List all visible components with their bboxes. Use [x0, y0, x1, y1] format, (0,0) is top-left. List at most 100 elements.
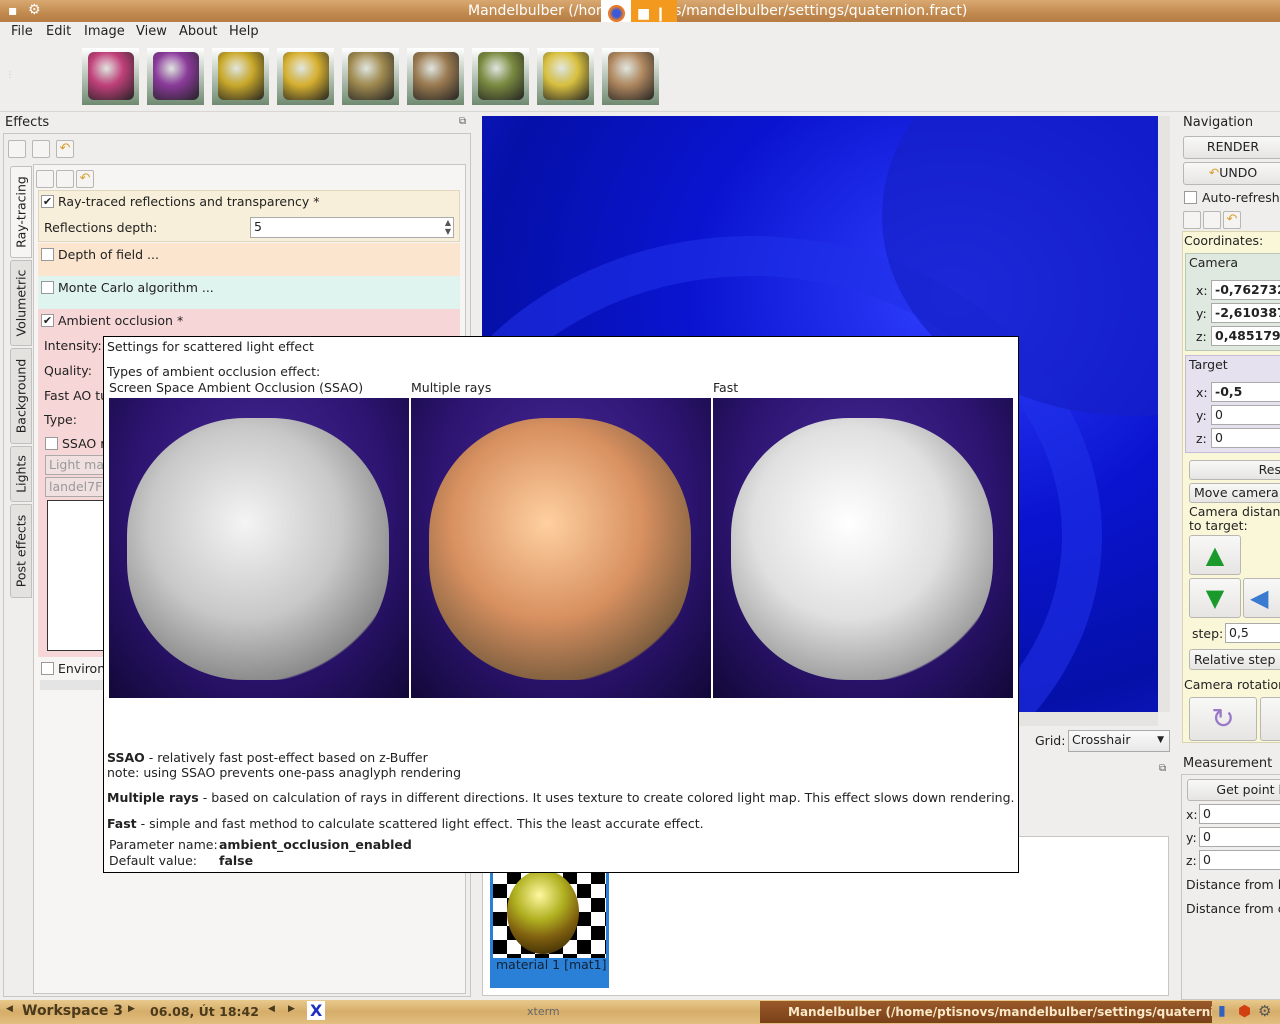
- toolbar-grip-handle[interactable]: ⋮: [6, 70, 14, 79]
- tab-lights[interactable]: Lights: [10, 446, 32, 502]
- ao-tooltip: Settings for scattered light effect Type…: [103, 336, 1019, 873]
- app-icon: ⚙: [28, 2, 41, 18]
- preset-sierpinski-button[interactable]: [537, 48, 594, 105]
- auto-refresh-checkbox[interactable]: [1184, 191, 1197, 204]
- nav-save-button[interactable]: [1203, 211, 1221, 229]
- prev-workspace-icon[interactable]: ◀: [6, 1004, 13, 1014]
- clock[interactable]: 06.08, Út 18:42: [150, 1004, 259, 1019]
- move-backward-button[interactable]: ▼: [1189, 578, 1241, 618]
- reset-view-button[interactable]: Res: [1189, 460, 1280, 480]
- undo-icon[interactable]: ↶: [56, 140, 74, 158]
- camera-label: Camera: [1189, 255, 1239, 270]
- ssao-example-image: [109, 398, 409, 698]
- target-x-label: x:: [1196, 385, 1208, 400]
- save-tab-button[interactable]: [56, 170, 74, 188]
- task-mandelbulber[interactable]: Mandelbulber (/home/ptisnovs/mandelbulbe…: [760, 1001, 1212, 1023]
- arrow-left-icon: ◀: [1250, 584, 1269, 612]
- parameter-name-value: ambient_occlusion_enabled: [219, 837, 412, 852]
- tab-volumetric[interactable]: Volumetric: [10, 260, 32, 346]
- menu-file[interactable]: File: [11, 24, 33, 39]
- relative-step-select[interactable]: Relative step r: [1189, 649, 1280, 670]
- environment-checkbox[interactable]: [41, 662, 54, 675]
- render-button[interactable]: RENDER: [1183, 136, 1280, 159]
- rotate-left-button[interactable]: ↻: [1189, 697, 1257, 741]
- menu-edit[interactable]: Edit: [46, 24, 71, 39]
- nav-undo-icon[interactable]: ↶: [1223, 211, 1241, 229]
- save-button[interactable]: [32, 140, 50, 158]
- render-vertical-scrollbar[interactable]: [1158, 116, 1170, 712]
- task-xterm[interactable]: xterm: [527, 1005, 560, 1018]
- tray-update-icon[interactable]: ⬢: [1238, 1002, 1251, 1020]
- ao-quality-label: Quality:: [44, 363, 92, 378]
- tab-ray-tracing[interactable]: Ray-tracing: [10, 166, 32, 258]
- materials-dock-float-icon[interactable]: ⧉: [1159, 763, 1166, 774]
- dof-checkbox[interactable]: [41, 248, 54, 261]
- camera-y-label: y:: [1196, 306, 1207, 321]
- ao-checkbox[interactable]: ✔: [41, 314, 54, 327]
- material-item[interactable]: material 1 [mat1]: [490, 870, 609, 988]
- reflections-depth-spinbox[interactable]: 5 ▲ ▼: [250, 217, 454, 238]
- undo-tab-icon[interactable]: ↶: [76, 170, 94, 188]
- measure-x-input[interactable]: 0: [1199, 804, 1280, 824]
- network-signal-icon[interactable]: ▮: [1218, 1003, 1226, 1019]
- parameter-name-label: Parameter name:: [109, 837, 218, 852]
- get-point-button[interactable]: Get point l: [1187, 779, 1280, 801]
- menu-view[interactable]: View: [136, 24, 167, 39]
- workspace-label[interactable]: Workspace 3: [22, 1003, 123, 1019]
- preset-gold-cube-button[interactable]: [277, 48, 334, 105]
- measure-y-input[interactable]: 0: [1199, 827, 1280, 847]
- clock-next-icon[interactable]: ▶: [288, 1004, 295, 1014]
- preset-rings-button[interactable]: [602, 48, 659, 105]
- preset-menger-sponge-button[interactable]: [472, 48, 529, 105]
- nav-load-button[interactable]: [1183, 211, 1201, 229]
- ssao-checkbox[interactable]: [45, 437, 58, 450]
- move-camera-select[interactable]: Move camera: [1189, 483, 1280, 503]
- preset-menger-pink-button[interactable]: [82, 48, 139, 105]
- to-target-label: to target:: [1189, 518, 1248, 533]
- load-tab-button[interactable]: [36, 170, 54, 188]
- dof-checkbox-row[interactable]: Depth of field ...: [38, 243, 460, 267]
- preset-thumbnail: [283, 52, 329, 100]
- target-y-input[interactable]: 0: [1211, 405, 1280, 425]
- grid-select[interactable]: Crosshair ▼: [1068, 730, 1170, 752]
- preset-yellow-box-button[interactable]: [212, 48, 269, 105]
- clock-prev-icon[interactable]: ◀: [268, 1004, 275, 1014]
- multiple-rays-description: Multiple rays - based on calculation of …: [107, 790, 1015, 805]
- menu-bar: File Edit Image View About Help: [0, 22, 1280, 42]
- fast-ao-label: Fast AO tu: [44, 388, 109, 403]
- move-left-button[interactable]: ◀: [1243, 578, 1280, 618]
- move-forward-button[interactable]: ▲: [1189, 535, 1241, 575]
- menu-image[interactable]: Image: [84, 24, 125, 39]
- dock-float-icon[interactable]: ⧉: [459, 116, 466, 127]
- camera-y-input[interactable]: -2,610387: [1211, 303, 1280, 323]
- menu-help[interactable]: Help: [229, 24, 259, 39]
- preset-icosahedron-button[interactable]: [147, 48, 204, 105]
- montecarlo-checkbox-row[interactable]: Monte Carlo algorithm ...: [38, 276, 460, 300]
- rotate-right-button[interactable]: [1260, 697, 1280, 741]
- xterm-launcher-icon[interactable]: X: [307, 1001, 326, 1020]
- measure-z-input[interactable]: 0: [1199, 850, 1280, 870]
- preset-thumbnail: [88, 52, 134, 100]
- load-button[interactable]: [8, 140, 26, 158]
- ao-checkbox-row[interactable]: ✔ Ambient occlusion *: [38, 309, 460, 333]
- undo-button[interactable]: ↶UNDO: [1183, 162, 1280, 185]
- target-z-input[interactable]: 0: [1211, 428, 1280, 448]
- target-x-input[interactable]: -0,5: [1211, 382, 1280, 402]
- arrow-up-icon: ▲: [1205, 541, 1225, 569]
- tray-settings-icon[interactable]: ⚙: [1258, 1002, 1271, 1020]
- raytraced-checkbox-row[interactable]: ✔ Ray-traced reflections and transparency…: [38, 190, 460, 214]
- tooltip-title: Settings for scattered light effect: [107, 339, 314, 354]
- menu-about[interactable]: About: [179, 24, 217, 39]
- step-input[interactable]: 0,5: [1225, 623, 1280, 643]
- camera-z-input[interactable]: 0,4851797: [1211, 326, 1280, 346]
- default-value-label: Default value:: [109, 853, 198, 868]
- raytraced-checkbox[interactable]: ✔: [41, 195, 54, 208]
- preset-mandelbox-button[interactable]: [342, 48, 399, 105]
- montecarlo-checkbox[interactable]: [41, 281, 54, 294]
- window-menu-icon[interactable]: ▪: [8, 3, 18, 19]
- tab-background[interactable]: Background: [10, 348, 32, 444]
- preset-bulb-button[interactable]: [407, 48, 464, 105]
- camera-x-input[interactable]: -0,762732: [1211, 280, 1280, 300]
- tab-post-effects[interactable]: Post effects: [10, 504, 32, 598]
- next-workspace-icon[interactable]: ▶: [128, 1004, 135, 1014]
